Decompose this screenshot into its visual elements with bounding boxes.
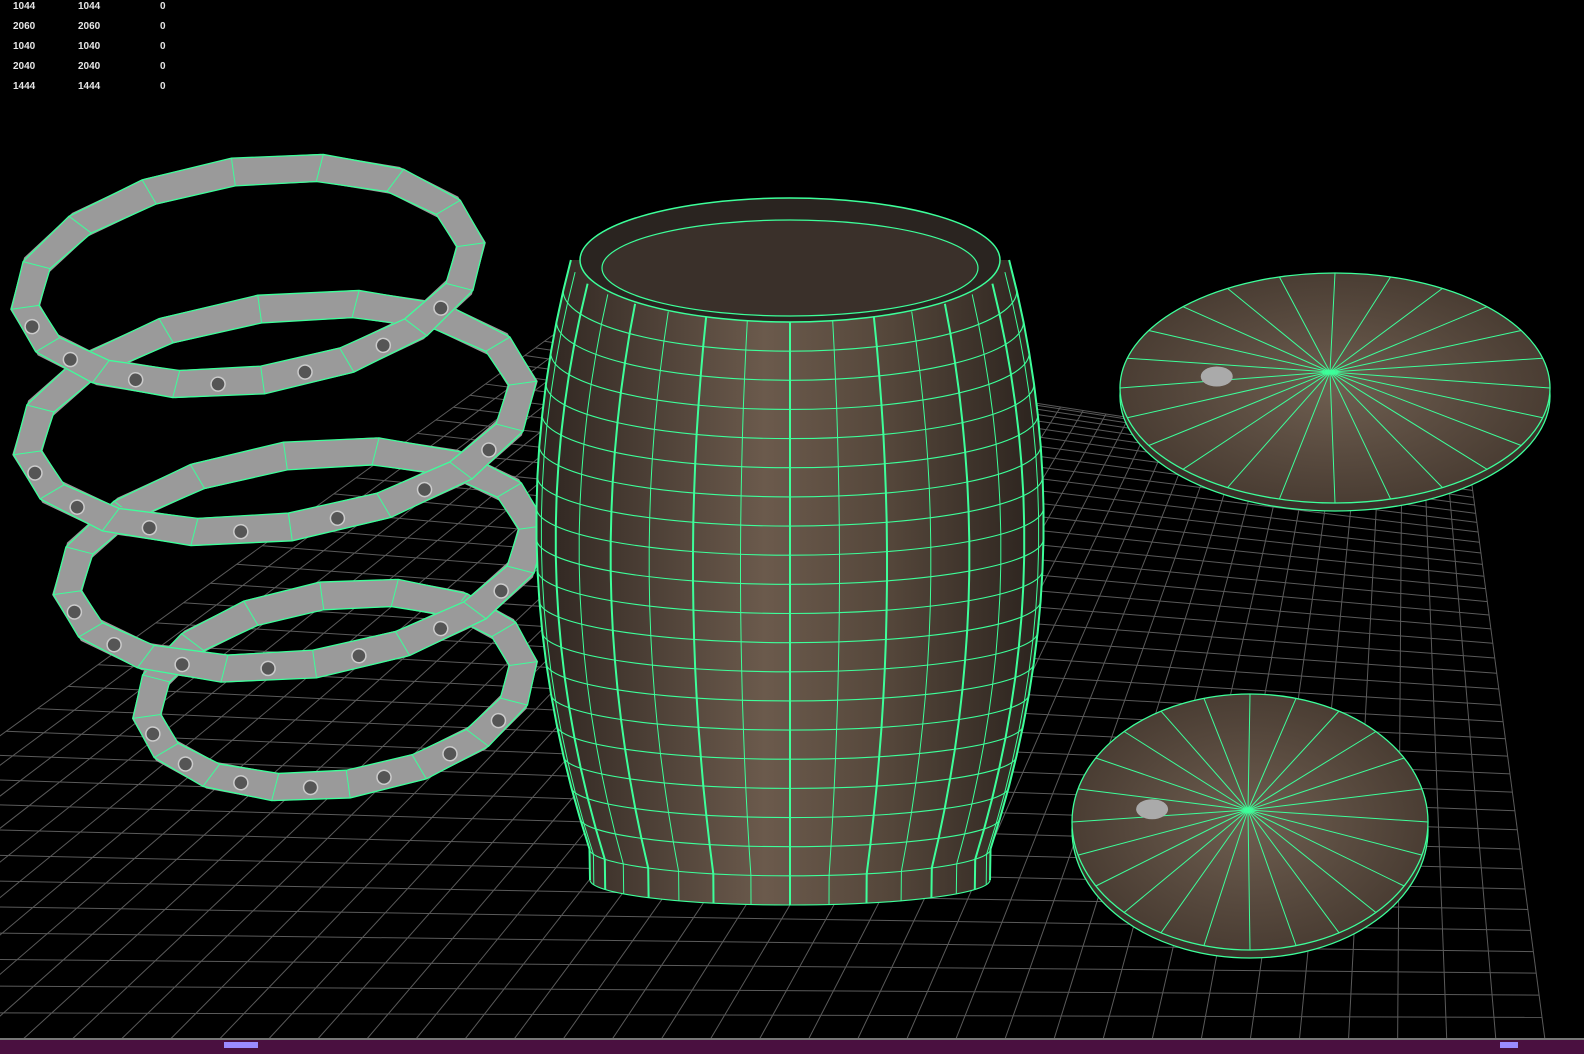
timeline-marker[interactable] <box>224 1042 258 1048</box>
grid-line <box>0 958 1537 974</box>
grid-line <box>1397 459 1403 1040</box>
hud-value: 1444 <box>13 81 36 92</box>
barrel-rings[interactable] <box>0 125 563 826</box>
lid-knob <box>1200 366 1233 387</box>
barrel-mesh[interactable] <box>535 197 1045 906</box>
ring-band <box>10 153 486 399</box>
hud-value: 1040 <box>13 41 36 52</box>
hud-value: 1044 <box>78 1 101 12</box>
grid-line <box>0 1012 1543 1018</box>
ring-band <box>12 290 538 546</box>
lid <box>1071 693 1429 959</box>
hud-value: 2060 <box>78 21 101 32</box>
hud-value: 1040 <box>78 41 101 52</box>
hud-value: 2060 <box>13 21 36 32</box>
hud-value: 1444 <box>78 81 101 92</box>
lid <box>1119 272 1551 512</box>
hud-value: 2040 <box>13 61 36 72</box>
grid-line <box>1424 462 1448 1040</box>
3d-viewport[interactable] <box>0 0 1584 1040</box>
grid-line <box>0 985 1540 996</box>
lid-knob <box>1136 799 1169 820</box>
hud-value: 0 <box>160 1 166 12</box>
timeline-marker[interactable] <box>1500 1042 1518 1048</box>
hud-value: 0 <box>160 61 166 72</box>
barrel-inner-rim <box>601 219 979 317</box>
hud-value: 0 <box>160 41 166 52</box>
hud-value: 0 <box>160 81 166 92</box>
hud-value: 1044 <box>13 1 36 12</box>
hud-value: 2040 <box>78 61 101 72</box>
hud-value: 0 <box>160 21 166 32</box>
